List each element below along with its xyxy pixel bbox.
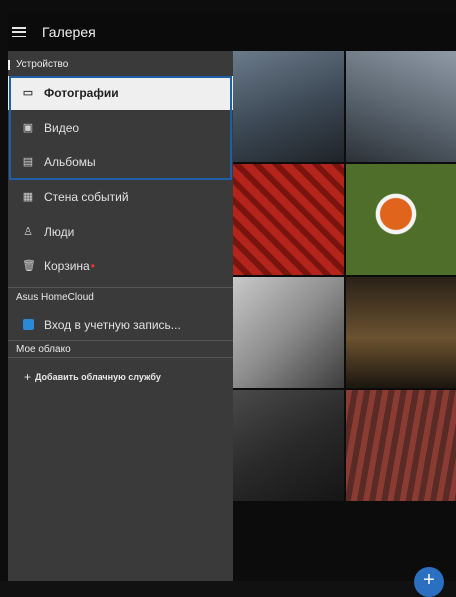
- focus-outline: [9, 76, 232, 180]
- homecloud-icon: [22, 319, 34, 331]
- photo-tile-1[interactable]: [233, 51, 344, 162]
- drawer-item-trash[interactable]: 🗑 Корзина •: [8, 249, 233, 283]
- add-fab-button[interactable]: +: [414, 567, 444, 597]
- trash-icon: 🗑: [22, 260, 36, 272]
- photo-tile-4[interactable]: [346, 164, 456, 275]
- divider: [8, 340, 233, 341]
- drawer-item-label: Люди: [44, 225, 75, 239]
- photo-tile-7[interactable]: [233, 390, 344, 501]
- homecloud-login-label: Вход в учетную запись...: [44, 318, 181, 332]
- photo-tile-2[interactable]: [346, 51, 456, 162]
- section-device: Устройство: [8, 59, 68, 70]
- app-title: Галерея: [42, 24, 96, 40]
- divider: [8, 287, 233, 288]
- divider: [8, 357, 233, 358]
- people-icon: ♙: [23, 226, 33, 238]
- add-cloud-label: Добавить облачную службу: [35, 372, 161, 382]
- app-bar: Галерея: [8, 13, 456, 51]
- photo-tile-3[interactable]: [233, 164, 344, 275]
- menu-icon[interactable]: [12, 27, 26, 37]
- screen: Галерея Устройство ▭ Фотографии ▣ Видео …: [0, 0, 456, 597]
- drawer-item-people[interactable]: ♙ Люди: [8, 215, 233, 249]
- drawer-item-label: Корзина: [44, 259, 90, 273]
- homecloud-login-item[interactable]: Вход в учетную запись...: [8, 308, 233, 342]
- photo-tile-5[interactable]: [233, 277, 344, 388]
- plus-icon: +: [24, 370, 32, 384]
- event-wall-icon: ▦: [22, 191, 34, 203]
- navigation-drawer: Устройство ▭ Фотографии ▣ Видео ▤ Альбом…: [8, 51, 233, 581]
- new-indicator-dot: •: [90, 259, 95, 273]
- photo-tile-6[interactable]: [346, 277, 456, 388]
- add-cloud-service-button[interactable]: + Добавить облачную службу: [24, 370, 161, 384]
- drawer-item-event-wall[interactable]: ▦ Стена событий: [8, 180, 233, 214]
- photo-tile-8[interactable]: [346, 390, 456, 501]
- section-mycloud: Мое облако: [16, 344, 71, 355]
- photo-grid: [233, 51, 456, 581]
- section-homecloud: Asus HomeCloud: [16, 292, 94, 303]
- drawer-item-label: Стена событий: [44, 190, 129, 204]
